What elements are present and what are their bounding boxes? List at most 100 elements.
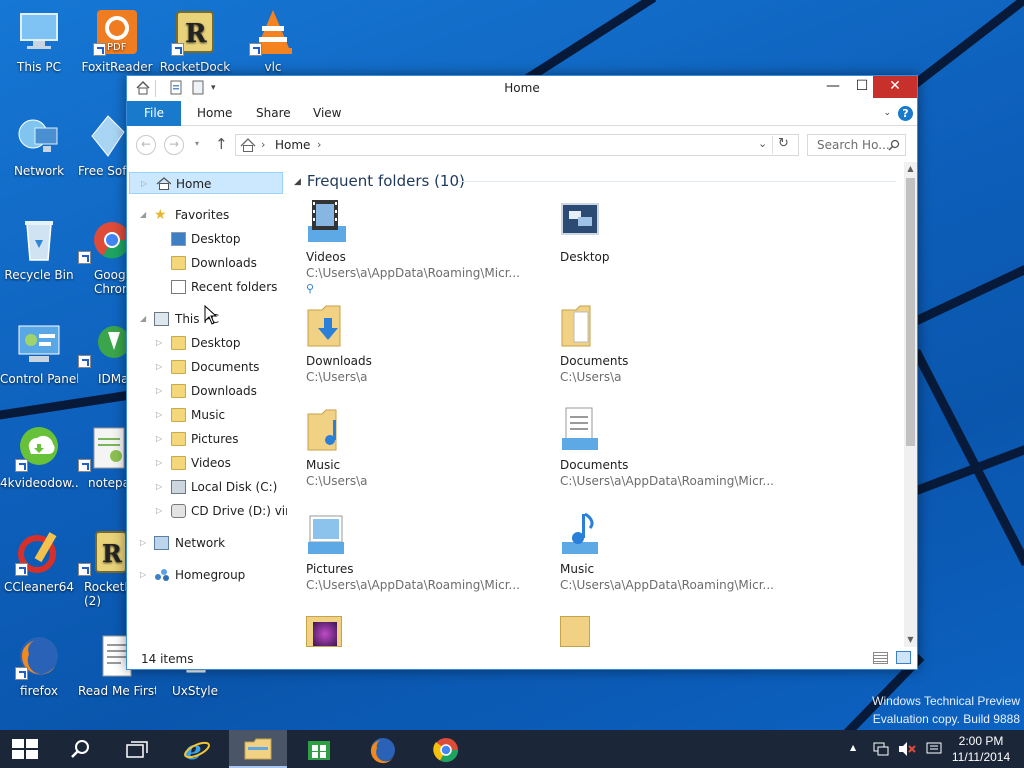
- tree-item-pc-desktop[interactable]: ▷ Desktop: [129, 332, 283, 354]
- forward-arrow-icon[interactable]: →: [164, 135, 184, 155]
- desktop-icon-ccleaner[interactable]: CCleaner64: [0, 528, 78, 594]
- tree-collapse-icon[interactable]: ◢: [140, 204, 150, 226]
- desktop-icon-vlc[interactable]: vlc: [234, 8, 312, 74]
- address-dropdown-chevron-icon[interactable]: ⌄: [758, 137, 767, 150]
- desktop-icon-notepad[interactable]: notepa: [78, 424, 126, 490]
- desktop-icon-network[interactable]: Network: [0, 112, 78, 178]
- folder-tile[interactable]: Documents C:\Users\a: [546, 302, 786, 402]
- scroll-down-arrow-icon[interactable]: ▼: [904, 633, 917, 647]
- tree-item-pc-downloads[interactable]: ▷ Downloads: [129, 380, 283, 402]
- action-center-icon[interactable]: [926, 742, 942, 756]
- title-bar[interactable]: ▾ Home — ☐ ✕: [127, 76, 917, 101]
- search-input[interactable]: Search Ho...: [807, 134, 906, 156]
- tab-share[interactable]: Share: [242, 101, 305, 126]
- tree-item-pc-music[interactable]: ▷ Music: [129, 404, 283, 426]
- vertical-scrollbar[interactable]: ▲ ▼: [904, 162, 917, 647]
- task-view-button[interactable]: [108, 730, 166, 768]
- search-button[interactable]: [52, 730, 108, 768]
- back-arrow-icon[interactable]: ←: [136, 135, 156, 155]
- group-header-frequent-folders[interactable]: ◢ Frequent folders (10): [294, 172, 465, 190]
- folder-tile[interactable]: Downloads C:\Users\a: [292, 302, 532, 402]
- pin-icon[interactable]: ⚲: [306, 282, 314, 295]
- folder-tile[interactable]: Music C:\Users\a: [292, 406, 532, 506]
- volume-muted-icon[interactable]: [898, 741, 916, 757]
- tree-expand-icon[interactable]: ▷: [156, 500, 166, 522]
- tree-expand-icon[interactable]: ▷: [156, 380, 166, 402]
- partial-folder-icon[interactable]: [306, 616, 342, 647]
- tree-item-fav-downloads[interactable]: Downloads: [129, 252, 283, 274]
- start-button[interactable]: [0, 730, 50, 768]
- taskbar-store[interactable]: [290, 730, 348, 768]
- tab-file[interactable]: File: [127, 101, 181, 126]
- desktop-icon-rocketdock[interactable]: R RocketDock: [156, 8, 234, 74]
- tree-expand-icon[interactable]: ▷: [156, 428, 166, 450]
- folder-tile[interactable]: Pictures C:\Users\a\AppData\Roaming\Micr…: [292, 510, 532, 610]
- desktop-icon-firefox[interactable]: firefox: [0, 632, 78, 698]
- tree-expand-icon[interactable]: ▷: [156, 476, 166, 498]
- details-view-icon[interactable]: [873, 652, 888, 664]
- help-icon[interactable]: ?: [898, 106, 913, 121]
- desktop-icon-recycle-bin[interactable]: Recycle Bin: [0, 216, 78, 282]
- tree-expand-icon[interactable]: ▷: [140, 564, 150, 586]
- tree-expand-icon[interactable]: ▷: [156, 332, 166, 354]
- folder-tile[interactable]: Desktop: [546, 198, 786, 298]
- desktop-icon-control-panel[interactable]: Control Panel: [0, 320, 78, 386]
- desktop-icon-rocketdock-2[interactable]: R RocketD (2): [78, 528, 126, 608]
- desktop-icon-foxitreader[interactable]: PDF FoxitReader: [78, 8, 156, 74]
- breadcrumb-separator-icon[interactable]: ›: [261, 138, 265, 151]
- tree-item-pc-videos[interactable]: ▷ Videos: [129, 452, 283, 474]
- breadcrumb-home[interactable]: Home: [275, 138, 310, 152]
- tree-item-home[interactable]: ▷ Home: [129, 172, 283, 194]
- home-icon: [240, 138, 256, 152]
- tree-item-favorites[interactable]: ◢ ★ Favorites: [129, 204, 283, 226]
- system-clock[interactable]: 2:00 PM 11/11/2014: [944, 733, 1018, 765]
- refresh-icon[interactable]: ↻: [778, 136, 789, 151]
- desktop-icon-chrome[interactable]: Goog Chrom: [78, 216, 126, 296]
- file-explorer-window[interactable]: ▾ Home — ☐ ✕ File Home Share View ⌄ ? ← …: [126, 75, 918, 670]
- this-pc-icon: [15, 8, 63, 56]
- breadcrumb-separator-icon[interactable]: ›: [317, 138, 321, 151]
- tree-expand-icon[interactable]: ▷: [156, 452, 166, 474]
- expand-ribbon-chevron-icon[interactable]: ⌄: [883, 108, 891, 118]
- tab-view[interactable]: View: [299, 101, 355, 126]
- tree-collapse-icon[interactable]: ◢: [140, 308, 150, 330]
- group-title: Frequent folders (10): [306, 172, 465, 190]
- scroll-thumb[interactable]: [906, 178, 915, 446]
- recent-locations-chevron-icon[interactable]: ▾: [195, 139, 199, 148]
- tree-item-local-disk[interactable]: ▷ Local Disk (C:): [129, 476, 283, 498]
- desktop-icon-free-soft[interactable]: Free Soft: [78, 112, 126, 178]
- desktop-icon-idm[interactable]: IDMa: [78, 320, 126, 386]
- tree-item-recent-folders[interactable]: Recent folders: [129, 276, 283, 298]
- address-bar[interactable]: › Home › ⌄ ↻: [235, 134, 799, 156]
- network-tray-icon[interactable]: [873, 741, 889, 757]
- scroll-up-arrow-icon[interactable]: ▲: [904, 162, 917, 176]
- taskbar-firefox[interactable]: [354, 730, 412, 768]
- folder-tile[interactable]: Music C:\Users\a\AppData\Roaming\Micr...: [546, 510, 786, 610]
- show-hidden-icons-chevron-icon[interactable]: ▲: [850, 743, 856, 752]
- taskbar-chrome[interactable]: [417, 730, 475, 768]
- tree-expand-icon[interactable]: ▷: [141, 173, 151, 195]
- tree-item-cd-drive[interactable]: ▷ CD Drive (D:) virti: [129, 500, 287, 522]
- taskbar-file-explorer[interactable]: [229, 730, 287, 768]
- folder-name: Pictures: [306, 562, 354, 576]
- folder-path: C:\Users\a\AppData\Roaming\Micr...: [560, 578, 774, 592]
- up-arrow-icon[interactable]: ↑: [215, 135, 228, 153]
- tree-expand-icon[interactable]: ▷: [156, 356, 166, 378]
- tree-expand-icon[interactable]: ▷: [156, 404, 166, 426]
- collapse-group-icon[interactable]: ◢: [294, 177, 301, 187]
- tree-item-homegroup[interactable]: ▷ Homegroup: [129, 564, 283, 586]
- tree-expand-icon[interactable]: ▷: [140, 532, 150, 554]
- folder-tile[interactable]: Videos C:\Users\a\AppData\Roaming\Micr..…: [292, 198, 532, 298]
- desktop-icon-4kvideodownloader[interactable]: 4kvideodow...: [0, 424, 78, 490]
- tree-item-pc-documents[interactable]: ▷ Documents: [129, 356, 283, 378]
- tree-item-fav-desktop[interactable]: Desktop: [129, 228, 283, 250]
- partial-folder-icon[interactable]: [560, 616, 590, 647]
- close-button[interactable]: ✕: [873, 76, 917, 98]
- tree-item-network[interactable]: ▷ Network: [129, 532, 283, 554]
- tree-item-pc-pictures[interactable]: ▷ Pictures: [129, 428, 283, 450]
- folder-tile[interactable]: Documents C:\Users\a\AppData\Roaming\Mic…: [546, 406, 786, 506]
- taskbar-internet-explorer[interactable]: e: [168, 730, 226, 768]
- large-icons-view-icon[interactable]: [896, 651, 911, 664]
- tab-home[interactable]: Home: [183, 101, 246, 126]
- desktop-icon-this-pc[interactable]: This PC: [0, 8, 78, 74]
